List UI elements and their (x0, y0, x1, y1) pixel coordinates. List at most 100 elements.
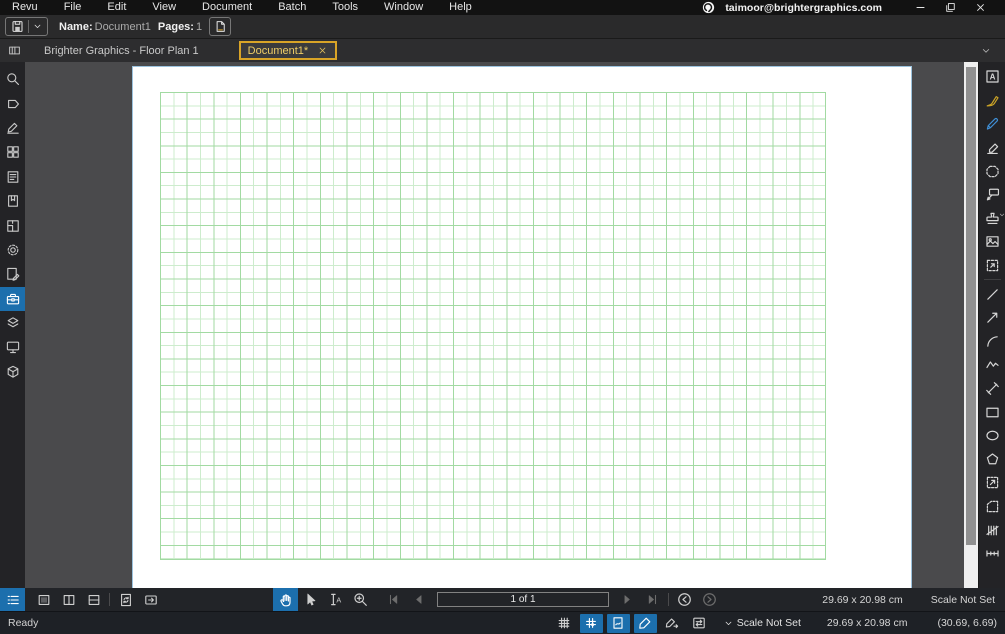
sidebar-item-file-access[interactable] (0, 91, 25, 115)
tool-image[interactable] (979, 230, 1005, 254)
account-email[interactable]: taimoor@brightergraphics.com (725, 2, 882, 14)
sidebar-item-3d-model[interactable] (0, 360, 25, 384)
sidebar-item-tool-chest[interactable] (0, 286, 25, 311)
first-page-button[interactable] (381, 588, 406, 611)
previous-page-button[interactable] (406, 588, 431, 611)
scrollbar-thumb[interactable] (966, 67, 976, 545)
tool-rectangle[interactable] (979, 400, 1005, 424)
minimize-button[interactable] (905, 0, 935, 15)
menu-item-batch[interactable]: Batch (265, 0, 319, 15)
select-text-button[interactable] (323, 588, 348, 611)
menu-item-document[interactable]: Document (189, 0, 265, 15)
sidebar-item-spaces[interactable] (0, 213, 25, 237)
vertical-scrollbar[interactable] (964, 62, 978, 588)
split-vertical-button[interactable] (56, 588, 81, 611)
menu-item-revu[interactable]: Revu (10, 0, 51, 15)
scale-status-readout[interactable]: Scale Not Set (931, 594, 995, 606)
sidebar-item-properties[interactable] (0, 165, 25, 189)
tab-floor-plan[interactable]: Brighter Graphics - Floor Plan 1 (32, 45, 211, 57)
markups-list-toggle[interactable] (0, 588, 25, 611)
snap-to-markup-toggle[interactable] (633, 613, 657, 633)
sync-views-button[interactable] (113, 588, 138, 611)
tool-cloud-polygon[interactable] (979, 159, 1005, 183)
tool-line[interactable] (979, 282, 1005, 306)
tool-polygon[interactable] (979, 448, 1005, 472)
synchronize-views-toggle[interactable] (688, 614, 711, 633)
close-button[interactable] (965, 0, 995, 15)
tool-area-measure[interactable] (979, 471, 1005, 495)
rectangle-icon (984, 404, 1001, 421)
tab-document1-active[interactable]: Document1* (238, 41, 338, 60)
tool-length-measure[interactable] (979, 377, 1005, 401)
grid-toggle[interactable] (553, 614, 576, 633)
detach-window-button[interactable] (138, 588, 163, 611)
save-document-icon (10, 19, 25, 34)
sidebar-item-search[interactable] (0, 67, 25, 91)
sidebar-item-thumbnails[interactable] (0, 140, 25, 164)
pan-tool-button[interactable] (273, 588, 298, 611)
image-icon (984, 233, 1001, 250)
restore-button[interactable] (935, 0, 965, 15)
scale-status-text: Scale Not Set (736, 617, 801, 629)
tool-arrow[interactable] (979, 306, 1005, 330)
layers-icon (5, 315, 21, 331)
tool-ellipse[interactable] (979, 424, 1005, 448)
history-forward-button[interactable] (697, 588, 722, 611)
scale-selector[interactable]: Scale Not Set (723, 617, 801, 629)
markup-sequence-toggle[interactable] (661, 614, 684, 633)
divider (28, 20, 29, 33)
chevron-down-icon (723, 618, 734, 629)
tool-polyline[interactable] (979, 353, 1005, 377)
tool-text-box[interactable] (979, 65, 1005, 89)
tab-label: Document1* (247, 44, 309, 57)
new-document-button[interactable] (209, 17, 232, 36)
tool-callout[interactable] (979, 183, 1005, 207)
menu-item-tools[interactable]: Tools (319, 0, 371, 15)
detach-window-icon (143, 592, 159, 608)
sidebar-item-settings[interactable] (0, 238, 25, 262)
thumbnails-icon (5, 144, 21, 160)
document-canvas[interactable] (25, 62, 964, 588)
history-back-button[interactable] (672, 588, 697, 611)
search-icon (5, 71, 21, 87)
split-horizontal-button[interactable] (81, 588, 106, 611)
tool-highlighter[interactable] (979, 136, 1005, 160)
menu-item-edit[interactable]: Edit (94, 0, 139, 15)
menu-item-help[interactable]: Help (436, 0, 485, 15)
sidebar-item-signatures[interactable] (0, 116, 25, 140)
tool-pen[interactable] (979, 112, 1005, 136)
sidebar-item-layers[interactable] (0, 311, 25, 335)
snap-to-content-toggle[interactable] (606, 613, 630, 633)
snap-to-grid-toggle[interactable] (579, 613, 603, 633)
document-menu-button[interactable] (5, 17, 48, 36)
tool-arc[interactable] (979, 330, 1005, 354)
next-page-button[interactable] (615, 588, 640, 611)
tool-segment-measure[interactable] (979, 542, 1005, 566)
grid-paper (160, 92, 826, 560)
tab-overflow-chevron[interactable] (980, 45, 992, 57)
last-page-button[interactable] (640, 588, 665, 611)
close-tab-icon[interactable] (317, 45, 328, 56)
panel-layout-icon[interactable] (7, 43, 22, 58)
properties-icon (5, 169, 21, 185)
sidebar-item-bookmarks[interactable] (0, 189, 25, 213)
menu-item-window[interactable]: Window (371, 0, 436, 15)
tool-snapshot[interactable] (979, 254, 1005, 278)
menu-item-view[interactable]: View (139, 0, 189, 15)
sidebar-item-studio[interactable] (0, 335, 25, 359)
tool-stamp[interactable] (979, 207, 1005, 231)
tool-calligraphy-pen[interactable] (979, 89, 1005, 113)
markup-sequence-icon (664, 615, 680, 631)
grid-icon (556, 615, 572, 631)
page-indicator[interactable]: 1 of 1 (437, 592, 609, 607)
zoom-tool-button[interactable] (348, 588, 373, 611)
pdf-page[interactable] (132, 66, 912, 588)
single-pane-button[interactable] (31, 588, 56, 611)
tool-perimeter-measure[interactable] (979, 495, 1005, 519)
cloud-polygon-icon (984, 163, 1001, 180)
select-tool-button[interactable] (298, 588, 323, 611)
sidebar-item-markup-summary[interactable] (0, 262, 25, 286)
tool-count-measure[interactable] (979, 518, 1005, 542)
status-bar: Ready Scale Not Set 29.69 x 20.98 cm (30… (0, 611, 1005, 634)
menu-item-file[interactable]: File (51, 0, 95, 15)
